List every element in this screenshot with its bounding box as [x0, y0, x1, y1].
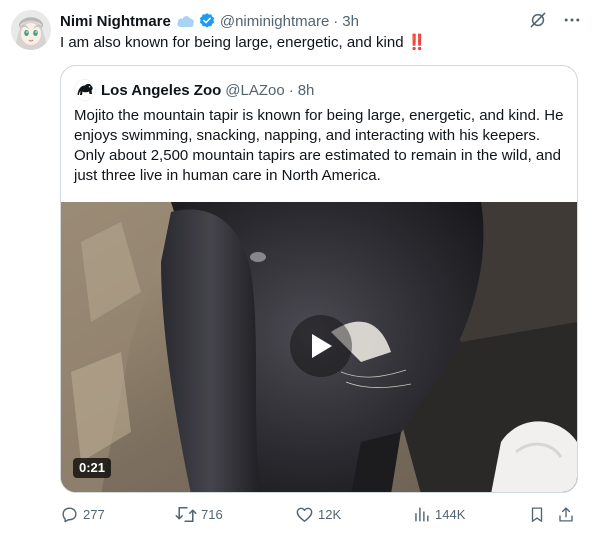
separator: ·	[288, 81, 294, 99]
play-button[interactable]	[290, 315, 352, 377]
zoo-logo-icon[interactable]	[74, 79, 96, 101]
cloud-icon	[176, 14, 195, 28]
views-button[interactable]: 144K	[412, 505, 465, 524]
repost-button[interactable]: 716	[175, 505, 223, 524]
share-icon	[559, 507, 573, 522]
separator: ·	[333, 12, 339, 30]
author-avatar[interactable]	[11, 10, 51, 50]
reply-icon	[62, 507, 77, 523]
reply-button[interactable]: 277	[60, 505, 105, 524]
quoted-author-handle[interactable]: @LAZoo	[225, 82, 284, 99]
bookmark-icon	[531, 507, 543, 522]
reply-count: 277	[83, 507, 105, 522]
repost-icon	[175, 506, 197, 523]
view-count: 144K	[435, 507, 466, 522]
play-icon	[312, 334, 332, 358]
quoted-tweet-time[interactable]: 8h	[298, 82, 315, 99]
analytics-icon	[415, 507, 429, 522]
repost-count: 716	[201, 507, 223, 522]
heart-icon	[296, 507, 313, 522]
verified-badge-icon	[198, 12, 216, 30]
tweet-time[interactable]: 3h	[342, 13, 359, 30]
tweet-header: Nimi Nightmare @niminightmare · 3h	[60, 10, 582, 32]
grok-icon[interactable]	[528, 10, 548, 30]
more-icon[interactable]	[562, 10, 582, 30]
bookmark-button[interactable]	[528, 505, 546, 524]
double-exclamation-emoji: ‼️	[407, 34, 427, 51]
quoted-tweet-text: Mojito the mountain tapir is known for b…	[74, 107, 564, 184]
video-player[interactable]: 0:21	[61, 202, 577, 492]
like-button[interactable]: 12K	[295, 505, 341, 524]
tweet-text: I am also known for being large, energet…	[60, 33, 580, 53]
share-button[interactable]	[557, 505, 575, 524]
quoted-author-name[interactable]: Los Angeles Zoo	[101, 82, 221, 99]
author-name[interactable]: Nimi Nightmare	[60, 13, 171, 30]
quoted-tweet-header: Los Angeles Zoo @LAZoo · 8h	[74, 79, 314, 101]
tweet-actions: 277 716 12K 144K	[60, 504, 584, 526]
video-duration: 0:21	[73, 458, 112, 478]
author-handle[interactable]: @niminightmare	[220, 13, 329, 30]
header-actions	[528, 10, 582, 30]
quoted-tweet[interactable]: Los Angeles Zoo @LAZoo · 8h Mojito the m…	[60, 65, 578, 493]
like-count: 12K	[318, 507, 342, 522]
tweet-body: I am also known for being large, energet…	[60, 34, 404, 51]
